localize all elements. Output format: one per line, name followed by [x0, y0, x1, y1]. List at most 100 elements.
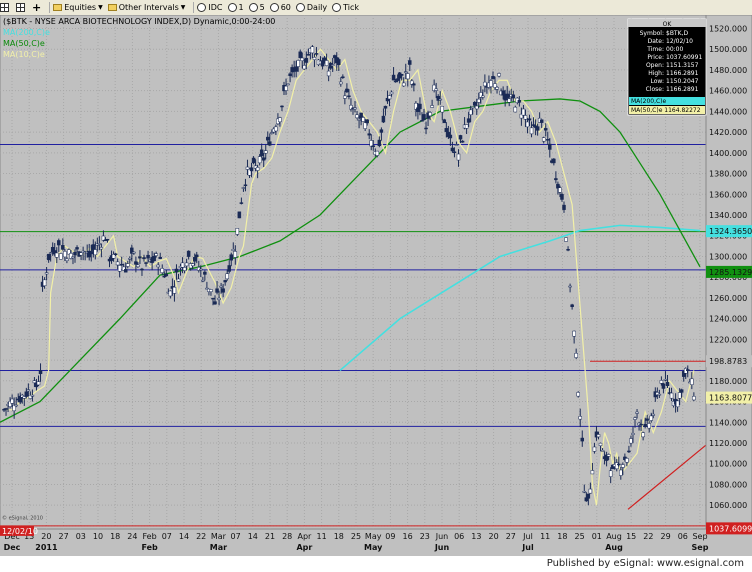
price-candle	[564, 237, 568, 242]
toolbar-item-label: 5	[259, 3, 265, 12]
y-tick-label: 1180.000	[709, 377, 747, 386]
price-candle	[324, 60, 329, 66]
price-candle	[345, 88, 349, 93]
price-candle	[255, 167, 260, 171]
price-candle	[592, 446, 597, 452]
toolbar-item[interactable]: 60	[269, 3, 291, 12]
y-tick-label: 1380.000	[709, 170, 747, 179]
x-tick-label: Jun	[435, 532, 449, 541]
price-candle	[241, 187, 246, 189]
price-candle	[140, 268, 144, 271]
price-candle	[89, 251, 93, 255]
y-tick-label: 1140.000	[709, 418, 747, 427]
price-candle	[341, 76, 345, 79]
x-month-label: Mar	[210, 543, 227, 552]
x-tick-label: Jul	[522, 532, 533, 541]
watermark-text: © eSignal, 2010	[2, 515, 43, 522]
info-row-label: Low:	[650, 78, 664, 85]
price-candle	[464, 124, 469, 129]
toolbar-item[interactable]	[16, 3, 27, 12]
price-candle	[381, 115, 386, 123]
price-candle	[235, 228, 240, 235]
price-candle	[304, 57, 309, 63]
info-row-value: 1037.60991	[666, 54, 702, 61]
price-candle	[399, 73, 404, 76]
x-tick-label: 23	[420, 532, 430, 541]
price-candle	[422, 114, 426, 120]
price-candle	[570, 304, 574, 307]
price-candle	[156, 264, 160, 268]
price-candle	[203, 271, 207, 275]
price-candle	[442, 119, 447, 124]
price-candle	[211, 297, 215, 300]
x-axis: Dec 13 20 27 03 10 18 24 Feb 07 14 22 Mar 07 14 21 28 Apr…	[4, 532, 709, 552]
price-candle	[657, 393, 662, 396]
info-box-header-text: OK	[663, 21, 673, 28]
price-candle	[543, 128, 548, 131]
price-candle	[192, 257, 197, 262]
x-tick-label: 24	[127, 532, 137, 541]
price-candle	[375, 150, 380, 156]
price-candle	[296, 60, 300, 67]
price-candle	[136, 264, 140, 267]
price-candle	[562, 204, 566, 210]
price-candle	[63, 251, 67, 258]
toolbar-item[interactable]: 1	[227, 3, 244, 12]
y-tick-label: 1260.000	[709, 294, 747, 303]
price-candle	[105, 238, 110, 241]
y-tick-label: 1300.000	[709, 252, 747, 261]
price-candle	[365, 119, 369, 124]
toolbar-item[interactable]	[0, 3, 11, 12]
y-tick-label: 1460.000	[709, 87, 747, 96]
price-candle	[639, 423, 643, 426]
price-candle	[690, 378, 694, 385]
price-candle	[59, 253, 63, 260]
price-candle	[158, 256, 162, 259]
grid-icon	[0, 3, 9, 12]
price-candle	[99, 247, 104, 250]
toolbar-item[interactable]: Equities ▼	[53, 3, 103, 12]
x-tick-label: Apr	[297, 532, 312, 541]
x-tick-label: 28	[282, 532, 292, 541]
price-candle	[454, 144, 459, 146]
y-tick-label: 1220.000	[709, 335, 747, 344]
price-candle	[280, 105, 284, 108]
toolbar: + Equities ▼ Other Intervals ▼ IDC 1 5 60 Daily Ti…	[0, 0, 752, 16]
price-candle	[369, 140, 373, 147]
price-candle	[558, 187, 562, 193]
legend-item: MA(200,C)e	[3, 28, 50, 37]
toolbar-item[interactable]: IDC	[197, 3, 223, 12]
price-candle	[259, 149, 264, 157]
price-candle	[424, 127, 428, 130]
toolbar-item[interactable]: Tick	[332, 3, 359, 12]
price-candle	[420, 120, 424, 122]
price-candle	[239, 202, 244, 204]
price-candle	[190, 263, 195, 267]
info-row-label: Date:	[648, 38, 664, 45]
toolbar-item[interactable]: 5	[248, 3, 265, 12]
folder-icon	[53, 4, 63, 11]
toolbar-item[interactable]: Daily	[295, 3, 327, 12]
price-label-text: 1037.60991	[709, 524, 752, 533]
price-candle	[649, 415, 653, 421]
price-candle	[300, 57, 305, 62]
toolbar-item-label: Tick	[343, 3, 360, 12]
price-candle	[251, 157, 256, 164]
y-tick-label: 1060.000	[709, 501, 747, 510]
x-month-label: 2011	[35, 543, 58, 552]
price-candle	[677, 392, 682, 399]
x-tick-label: 11	[317, 532, 327, 541]
price-candle	[617, 463, 621, 466]
x-tick-label: 18	[110, 532, 120, 541]
price-candle	[337, 59, 341, 66]
price-candle	[14, 404, 18, 407]
toolbar-item[interactable]: +	[32, 1, 41, 14]
price-candle	[221, 288, 225, 293]
price-candle	[138, 256, 142, 259]
price-candle	[26, 389, 31, 392]
price-candle	[377, 139, 382, 147]
price-candle	[93, 249, 98, 256]
x-tick-label: 21	[265, 532, 275, 541]
toolbar-item[interactable]: Other Intervals ▼	[107, 3, 185, 12]
x-tick-label: Feb	[143, 532, 157, 541]
